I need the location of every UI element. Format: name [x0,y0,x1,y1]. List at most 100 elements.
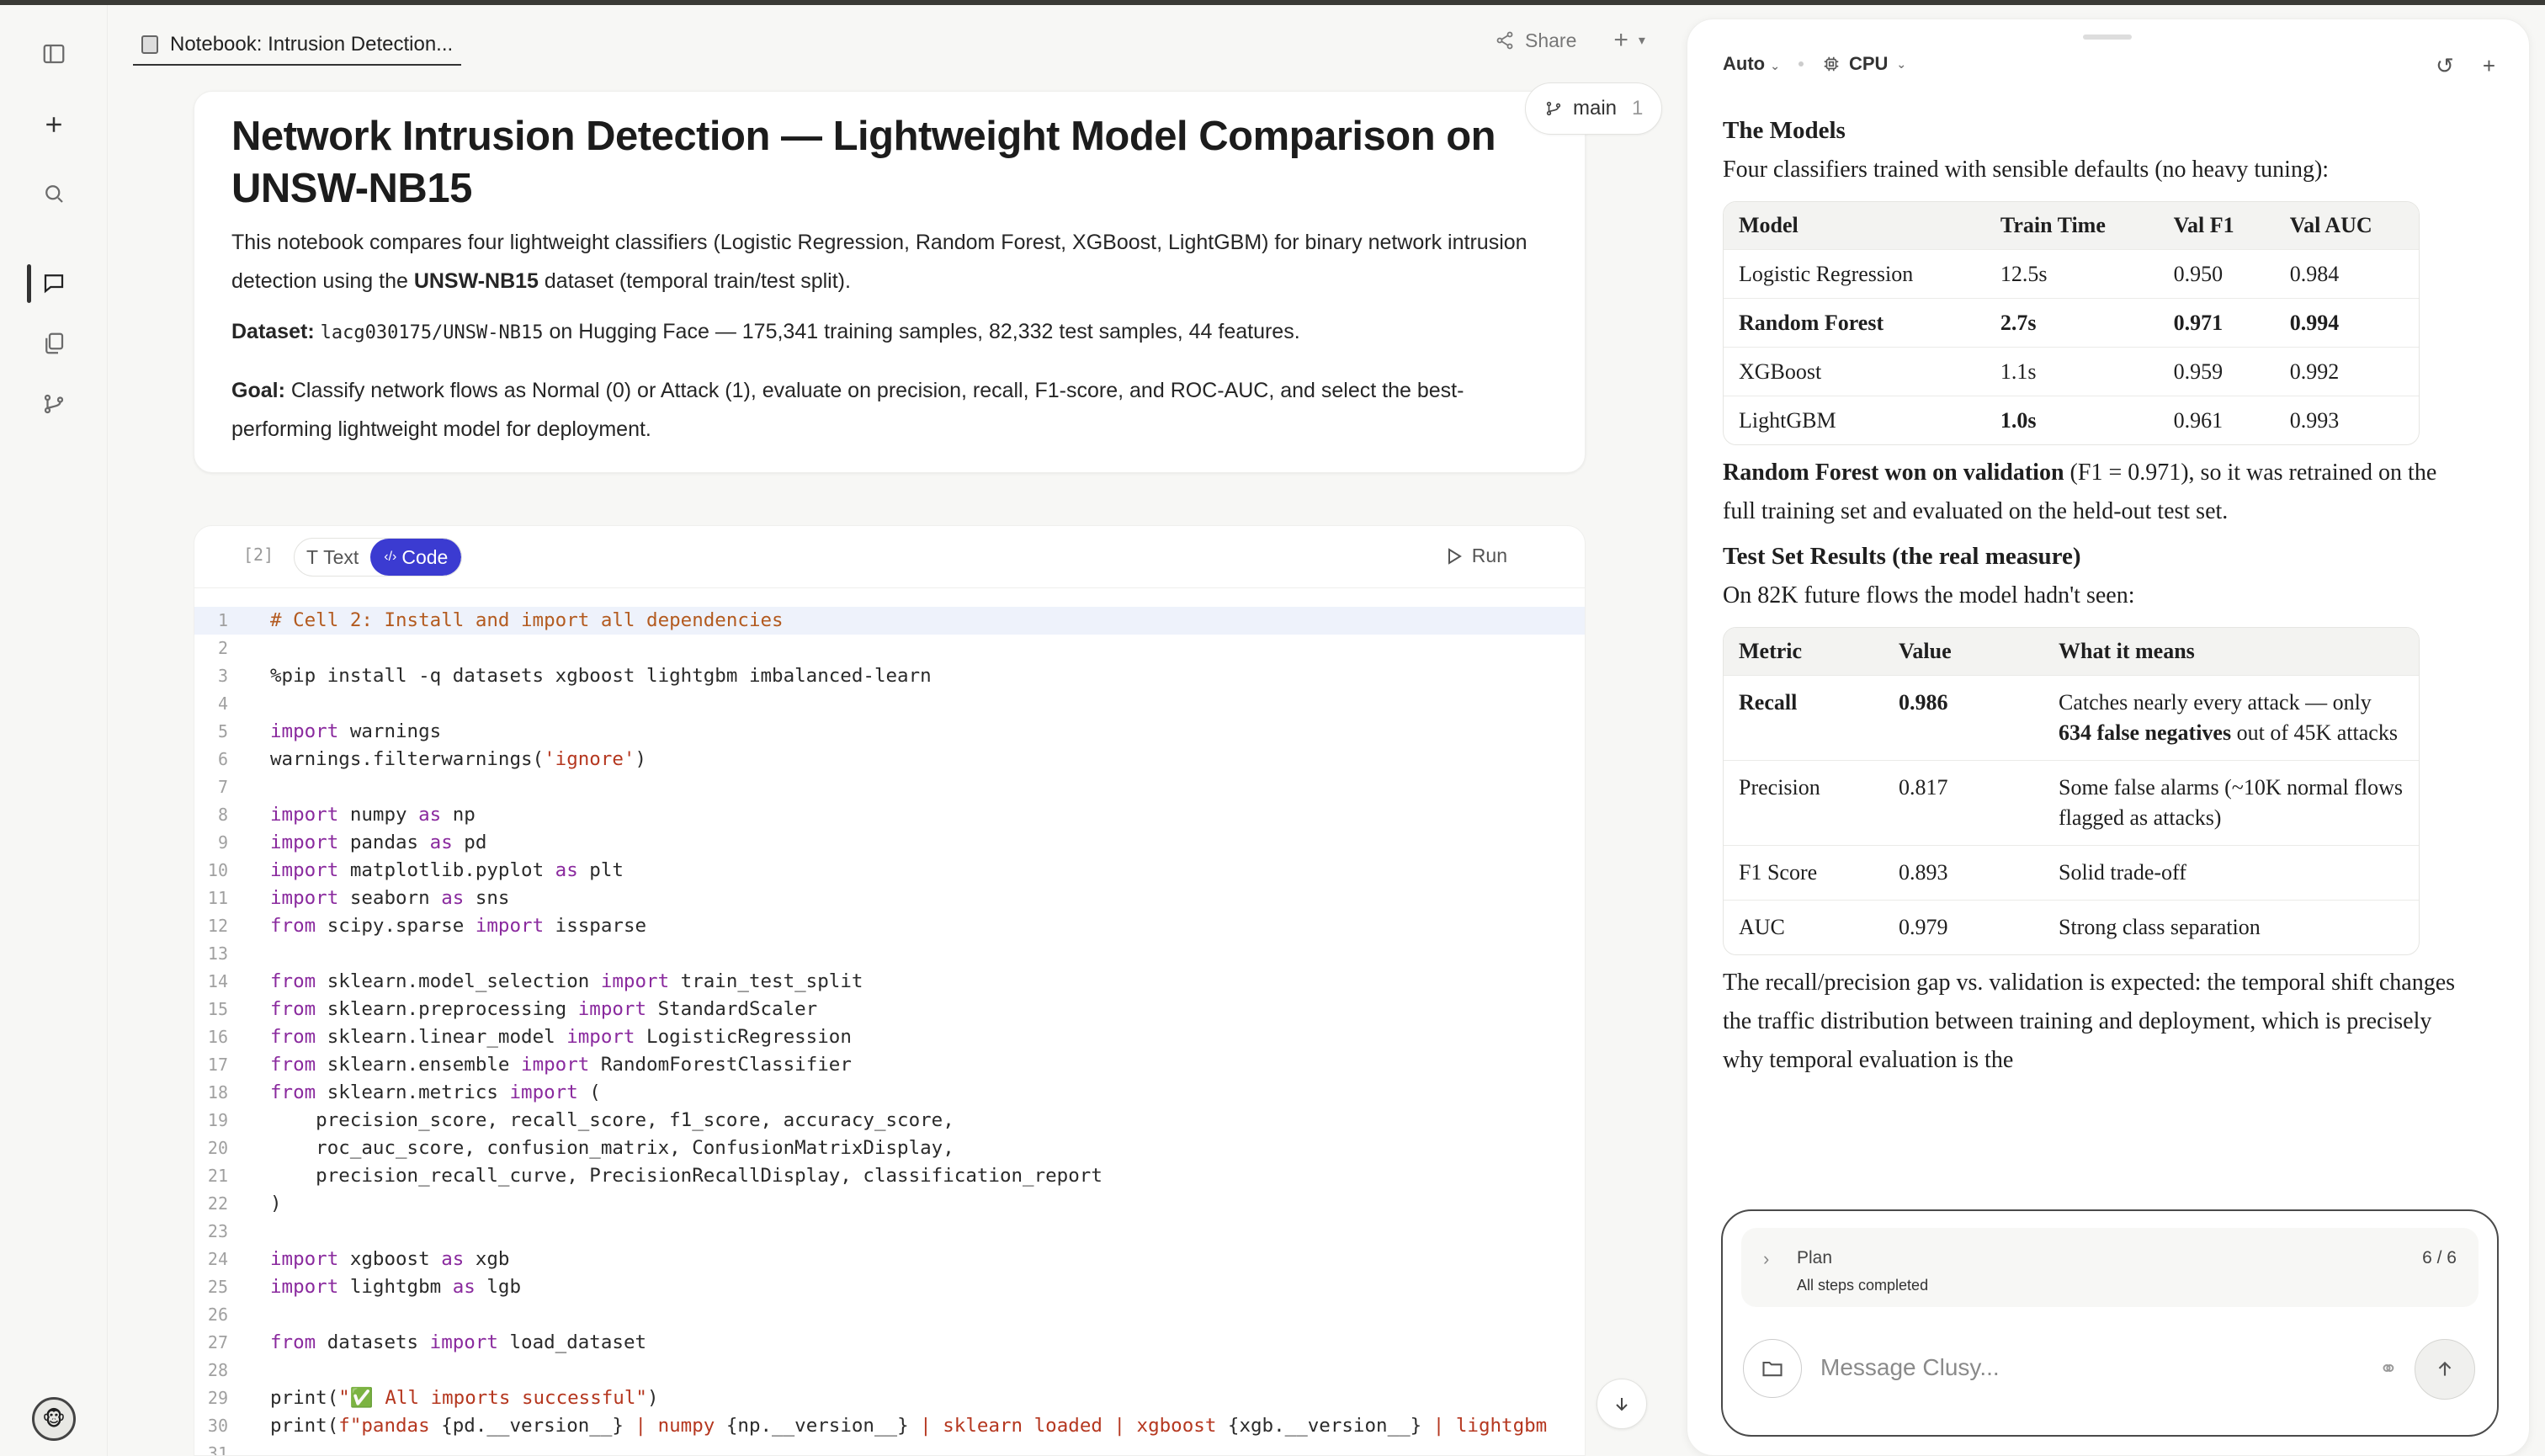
chevron-down-icon: ⌄ [1896,56,1907,71]
code-line[interactable]: 1 # Cell 2: Install and import all depend… [194,607,1585,635]
code-line[interactable]: 14 from sklearn.model_selection import tr… [194,968,1585,996]
line-number: 27 [207,1332,228,1352]
chevron-right-icon: › [1763,1248,1770,1269]
code-line[interactable]: 5 import warnings [194,718,1585,746]
code-line[interactable]: 27 from datasets import load_dataset [194,1329,1585,1357]
user-avatar[interactable]: 🐵 [32,1397,76,1441]
code-line[interactable]: 31 [194,1440,1585,1455]
code-line[interactable]: 28 [194,1357,1585,1384]
files-icon[interactable] [27,316,81,370]
mode-selector[interactable]: Auto ⌄ [1723,53,1780,75]
table-cell: Catches nearly every attack — only 634 f… [2043,675,2419,760]
intro-text-end: dataset (temporal train/test split). [538,269,851,293]
code-text: import lightgbm as lgb [270,1276,522,1298]
panel-drag-handle[interactable] [2083,35,2132,40]
code-line[interactable]: 18 from sklearn.metrics import ( [194,1079,1585,1107]
git-branch-icon [1546,101,1561,116]
code-cell[interactable]: [2] T Text ‹/› Code Run 1 # Cell 2: Install… [194,525,1586,1456]
share-label: Share [1525,29,1577,51]
plan-count: 6 / 6 [2422,1248,2457,1267]
code-line[interactable]: 22) [194,1190,1585,1218]
code-line[interactable]: 17 from sklearn.ensemble import RandomFor… [194,1051,1585,1079]
table-cell: 0.971 [2158,298,2275,347]
history-icon[interactable]: ↺ [2436,53,2454,79]
search-icon[interactable] [27,167,81,221]
arrow-down-icon [1616,1398,1628,1411]
code-editor[interactable]: 1 # Cell 2: Install and import all depend… [194,607,1585,1455]
message-input[interactable] [1820,1354,2325,1381]
code-line[interactable]: 9 import pandas as pd [194,829,1585,857]
code-line[interactable]: 24 import xgboost as xgb [194,1246,1585,1273]
table-cell: 0.986 [1884,675,2043,760]
branch-selector[interactable]: main 1 [1525,82,1663,135]
code-mode-label: Code [401,545,449,568]
code-line[interactable]: 2 [194,635,1585,662]
table-row: F1 Score 0.893 Solid trade-off [1724,845,2419,900]
chat-icon[interactable] [27,256,81,310]
code-text: precision_recall_curve, PrecisionRecallD… [270,1165,1102,1187]
git-branch-icon[interactable] [27,377,81,431]
winner-paragraph: Random Forest won on validation (F1 = 0.… [1723,454,2463,531]
code-line[interactable]: 25 import lightgbm as lgb [194,1273,1585,1301]
code-line[interactable]: 29 print("✅ All imports successful") [194,1384,1585,1412]
code-line[interactable]: 11 import seaborn as sns [194,885,1585,912]
toolbar-separator [1798,61,1804,66]
add-cell-button[interactable]: + ▾ [1613,26,1645,55]
line-number: 10 [207,860,228,880]
new-chat-icon[interactable]: + [2483,53,2495,79]
code-line[interactable]: 7 [194,773,1585,801]
code-text: ) [270,1193,282,1214]
code-text: import pandas as pd [270,832,487,853]
add-label: + [1613,26,1628,54]
share-button[interactable]: Share [1495,29,1576,52]
code-line[interactable]: 8 import numpy as np [194,801,1585,829]
chevron-down-icon: ▾ [1638,34,1645,48]
table-cell: Recall [1724,675,1884,760]
code-mode-button[interactable]: ‹/› Code [370,539,462,576]
toggle-sidebar-icon[interactable] [27,27,81,81]
column-header: Train Time [1984,202,2159,249]
code-line[interactable]: 10 import matplotlib.pyplot as plt [194,857,1585,885]
code-line[interactable]: 4 [194,690,1585,718]
code-line[interactable]: 6 warnings.filterwarnings('ignore') [194,746,1585,773]
dataset-id: lacg030175/UNSW-NB15 [320,322,544,343]
table-cell: 0.994 [2274,298,2419,347]
table-cell: Some false alarms (~10K normal flows fla… [2043,760,2419,845]
code-text: import matplotlib.pyplot as plt [270,859,624,881]
code-line[interactable]: 19 precision_score, recall_score, f1_sco… [194,1107,1585,1135]
code-text: import numpy as np [270,804,476,826]
text-mode-button[interactable]: T Text [295,539,370,576]
code-line[interactable]: 20 roc_auc_score, confusion_matrix, Conf… [194,1135,1585,1162]
code-line[interactable]: 21 precision_recall_curve, PrecisionReca… [194,1162,1585,1190]
send-button[interactable] [2415,1339,2475,1400]
column-header: Model [1724,202,1985,249]
code-line[interactable]: 3 %pip install -q datasets xgboost lightg… [194,662,1585,690]
code-line[interactable]: 30 print(f"pandas {pd.__version__} | nump… [194,1412,1585,1440]
table-cell: AUC [1724,900,1884,954]
run-button[interactable]: Run [1447,545,1507,567]
code-line[interactable]: 15 from sklearn.preprocessing import Stan… [194,996,1585,1023]
code-line[interactable]: 13 [194,940,1585,968]
code-text: # Cell 2: Install and import all depende… [270,609,784,631]
new-icon[interactable] [27,98,81,151]
code-line[interactable]: 12 from scipy.sparse import issparse [194,912,1585,940]
device-selector[interactable]: CPU ⌄ [1822,53,1906,75]
notebook-tab[interactable]: Notebook: Intrusion Detection... [133,25,462,66]
execution-count: [2] [243,545,274,565]
attach-folder-button[interactable] [1743,1339,1802,1398]
link-icon[interactable]: ⚭ [2379,1356,2398,1382]
mode-label: Auto [1723,53,1766,74]
code-line[interactable]: 23 [194,1218,1585,1246]
table-cell: 12.5s [1984,249,2159,298]
plan-summary[interactable]: › Plan All steps completed 6 / 6 [1741,1228,2479,1307]
title-markdown-cell[interactable]: Network Intrusion Detection — Lightweigh… [194,91,1586,473]
code-line[interactable]: 16 from sklearn.linear_model import Logis… [194,1023,1585,1051]
table-row: LightGBM 1.0s 0.961 0.993 [1724,396,2419,444]
line-number: 1 [217,610,228,630]
table-cell: LightGBM [1724,396,1985,444]
table-cell: 0.979 [1884,900,2043,954]
scroll-down-button[interactable] [1597,1379,1647,1429]
code-line[interactable]: 26 [194,1301,1585,1329]
table-cell: Solid trade-off [2043,845,2419,900]
table-cell: 0.893 [1884,845,2043,900]
